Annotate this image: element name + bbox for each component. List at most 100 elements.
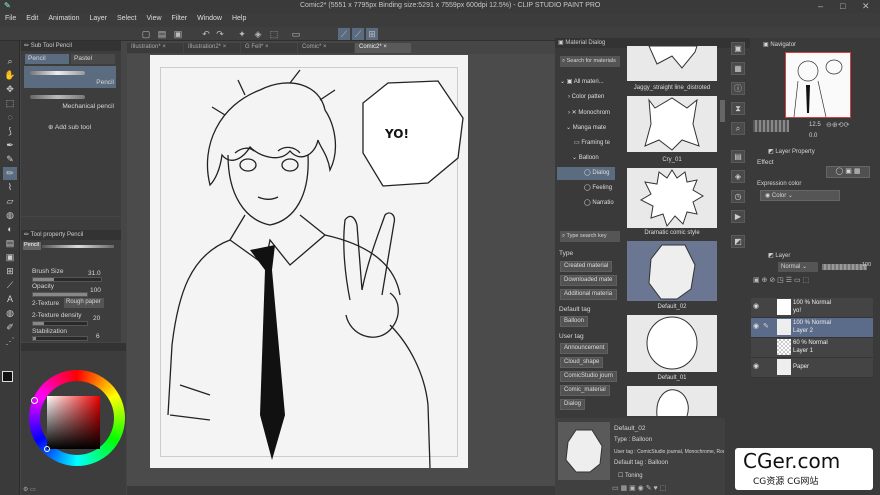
undo-icon[interactable]: ↶ <box>200 28 212 40</box>
thumb-next[interactable] <box>627 386 717 417</box>
expression-color-select[interactable]: ◉ Color ⌄ <box>760 190 840 201</box>
thumb-cry[interactable] <box>627 96 717 152</box>
eyedropper-icon[interactable]: ⟆ <box>3 125 17 138</box>
color-panel-footer-icons[interactable]: ⚙ ▭ <box>23 486 36 493</box>
zoom-value[interactable]: 12.5 <box>809 122 821 128</box>
menu-animation[interactable]: Animation <box>43 13 84 24</box>
side-history-icon[interactable]: ⧗ <box>731 102 745 115</box>
tab-illustration2[interactable]: Illustration2* × <box>184 43 240 53</box>
gradient-icon[interactable]: ▤ <box>3 237 17 250</box>
pen-icon[interactable]: ✒ <box>3 139 17 152</box>
lasso-icon[interactable]: ◌ <box>3 111 17 124</box>
tag-dialog[interactable]: Dialog <box>560 399 586 410</box>
zoom-slider[interactable] <box>753 120 789 132</box>
minimize-icon[interactable]: – <box>818 1 823 11</box>
pen2-icon[interactable]: ✎ <box>3 153 17 166</box>
tab-pastel[interactable]: Pastel <box>71 54 115 64</box>
decoration-icon[interactable]: ⋰ <box>3 335 17 348</box>
side-timeline-icon[interactable]: ◷ <box>731 190 745 203</box>
balloon-icon[interactable]: ◍ <box>3 307 17 320</box>
tag-comic-material[interactable]: Comic_material <box>560 385 610 396</box>
layer-toolbar-icons[interactable]: ▣ ⊕ ⊘ ◳ ☰ ▭ ⬚ <box>753 276 809 284</box>
fill-icon[interactable]: ◈ <box>252 28 264 40</box>
menu-edit[interactable]: Edit <box>21 13 43 24</box>
snap-grid-icon[interactable]: ⊞ <box>366 28 378 40</box>
side-object-icon[interactable]: ◈ <box>731 170 745 183</box>
menu-window[interactable]: Window <box>192 13 227 24</box>
opacity-value[interactable]: 100 <box>90 287 101 294</box>
material-scrollbar[interactable] <box>720 100 725 122</box>
color-handle[interactable] <box>44 446 50 452</box>
texture-density-value[interactable]: 20 <box>93 315 100 322</box>
material-search-input[interactable]: ⌕ Search for materials <box>560 56 620 67</box>
ruler-icon[interactable]: ⟋ <box>3 279 17 292</box>
layer-opacity-slider[interactable] <box>822 264 867 270</box>
redo-icon[interactable]: ↷ <box>214 28 226 40</box>
new-icon[interactable]: ▢ <box>140 28 152 40</box>
layer-row-layer2[interactable]: ◉ ✎ 100 % Normal Layer 2 <box>751 318 873 338</box>
menu-view[interactable]: View <box>141 13 166 24</box>
layer-row-yo[interactable]: ◉ 100 % Normal yo! <box>751 298 873 318</box>
tree-balloon[interactable]: ⌄ Balloon <box>572 154 599 161</box>
eye-icon[interactable]: ◉ <box>753 302 759 310</box>
snap-ruler-icon[interactable]: ⟋ <box>338 28 350 40</box>
side-layer-search-icon[interactable]: ⌕ <box>731 122 745 135</box>
tree-dialog[interactable]: ◯ Dialog <box>584 169 609 176</box>
side-layer-icon[interactable]: ◩ <box>731 235 745 248</box>
tree-narration[interactable]: ◯ Narratio <box>584 199 614 206</box>
blend-icon[interactable]: ◍ <box>3 209 17 222</box>
menu-filter[interactable]: Filter <box>167 13 193 24</box>
tree-all-materials[interactable]: ⌄ ▣ All materi... <box>560 78 604 85</box>
angle-value[interactable]: 0.0 <box>809 133 817 139</box>
tree-color-pattern[interactable]: › Color patten <box>568 94 604 100</box>
hand-icon[interactable]: ✋ <box>3 69 17 82</box>
material-footer-icons[interactable]: ▭ ▦ ▣ ◉ ✎ ♥ ⬚ <box>612 484 666 492</box>
menu-layer[interactable]: Layer <box>84 13 112 24</box>
add-subtool-button[interactable]: ⊕ Add sub tool <box>48 123 91 131</box>
eye-icon[interactable]: ◉ <box>753 362 759 370</box>
snap-special-icon[interactable]: ⟋ <box>352 28 364 40</box>
tag-downloaded-material[interactable]: Downloaded mate <box>560 275 617 286</box>
tag-created-material[interactable]: Created material <box>560 261 613 272</box>
correct-line-icon[interactable]: ✐ <box>3 321 17 334</box>
layer-row-layer1[interactable]: 60 % Normal Layer 1 <box>751 338 873 358</box>
navigator-zoom-icons[interactable]: ⊖⊕⟲⟳ <box>826 121 849 129</box>
side-info-icon[interactable]: ⓘ <box>731 82 745 95</box>
subtool-item-mechanical-pencil[interactable]: Mechanical pencil <box>24 90 116 112</box>
tab-comic[interactable]: Comic* × <box>298 43 354 53</box>
menu-file[interactable]: File <box>0 13 21 24</box>
pencil-icon[interactable]: ✏ <box>3 167 17 180</box>
tree-feeling[interactable]: ◯ Feeling <box>584 184 612 191</box>
subtool-item-pencil[interactable]: Pencil <box>24 66 116 88</box>
texture-density-slider[interactable] <box>32 321 88 326</box>
thumb-default-01[interactable] <box>627 315 717 372</box>
brush-icon[interactable]: ⌇ <box>3 181 17 194</box>
thumb-default-02[interactable] <box>627 241 717 301</box>
tab-g-fell[interactable]: G Fell* × <box>241 43 297 53</box>
tag-comicstudio[interactable]: ComicStudio journ <box>560 371 617 382</box>
side-animation-icon[interactable]: ▶ <box>731 210 745 223</box>
frame-icon[interactable]: ⊞ <box>3 265 17 278</box>
move-icon[interactable]: ✥ <box>3 83 17 96</box>
side-subview-icon[interactable]: ▦ <box>731 62 745 75</box>
stabilization-slider[interactable] <box>32 336 88 341</box>
thumb-dramatic[interactable] <box>627 168 717 228</box>
tag-search-input[interactable]: ⌕ Type search key <box>560 231 620 242</box>
main-color-swatch[interactable] <box>2 371 13 382</box>
clear-icon[interactable]: ✦ <box>236 28 248 40</box>
tab-illustration[interactable]: Illustration* × <box>127 43 183 53</box>
brush-size-slider[interactable] <box>32 277 102 282</box>
stabilization-value[interactable]: 6 <box>96 333 100 340</box>
brush-size-value[interactable]: 31.0 <box>88 270 101 277</box>
speech-balloon[interactable] <box>358 78 468 188</box>
side-material-icon[interactable]: ▤ <box>731 150 745 163</box>
layer-opacity-value[interactable]: 100 <box>862 262 871 268</box>
tree-monochrome[interactable]: › ✕ Monochrom <box>568 109 610 116</box>
hue-handle[interactable] <box>31 397 38 404</box>
menu-help[interactable]: Help <box>227 13 251 24</box>
save-icon[interactable]: ▣ <box>172 28 184 40</box>
figure-icon[interactable]: ▣ <box>3 251 17 264</box>
tab-comic2[interactable]: Comic2* × <box>355 43 411 53</box>
navigator-preview[interactable] <box>785 52 851 118</box>
side-navigator-icon[interactable]: ▣ <box>731 42 745 55</box>
